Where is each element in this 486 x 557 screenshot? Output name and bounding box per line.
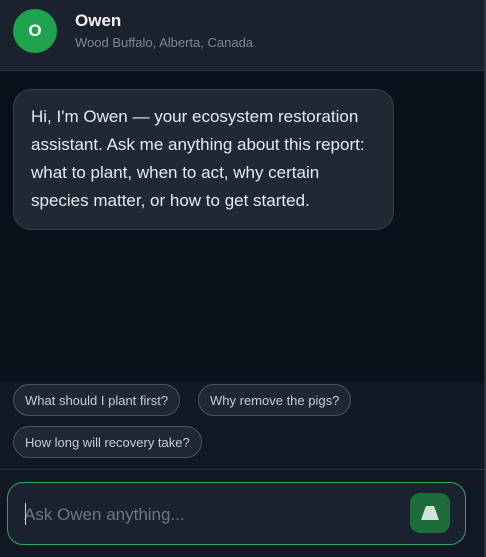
send-icon: [421, 506, 439, 520]
suggestion-chips: What should I plant first? Why remove th…: [0, 382, 484, 470]
suggestion-chip-plant-first[interactable]: What should I plant first?: [13, 384, 181, 416]
chat-panel: O Owen Wood Buffalo, Alberta, Canada Hi,…: [0, 0, 486, 557]
suggestion-chip-remove-pigs[interactable]: Why remove the pigs?: [198, 384, 352, 416]
message-input-box[interactable]: [7, 482, 466, 545]
send-button[interactable]: [410, 493, 450, 533]
message-input[interactable]: [24, 503, 394, 527]
avatar: O: [13, 9, 57, 53]
assistant-message: Hi, I'm Owen — your ecosystem restoratio…: [13, 89, 394, 230]
assistant-name: Owen: [75, 11, 122, 30]
suggestion-chip-recovery-time[interactable]: How long will recovery take?: [13, 426, 202, 458]
assistant-location: Wood Buffalo, Alberta, Canada: [75, 35, 254, 50]
composer: [0, 470, 484, 557]
message-list[interactable]: Hi, I'm Owen — your ecosystem restoratio…: [0, 71, 484, 382]
text-caret: [25, 503, 26, 525]
chat-header: O Owen Wood Buffalo, Alberta, Canada: [0, 0, 484, 71]
